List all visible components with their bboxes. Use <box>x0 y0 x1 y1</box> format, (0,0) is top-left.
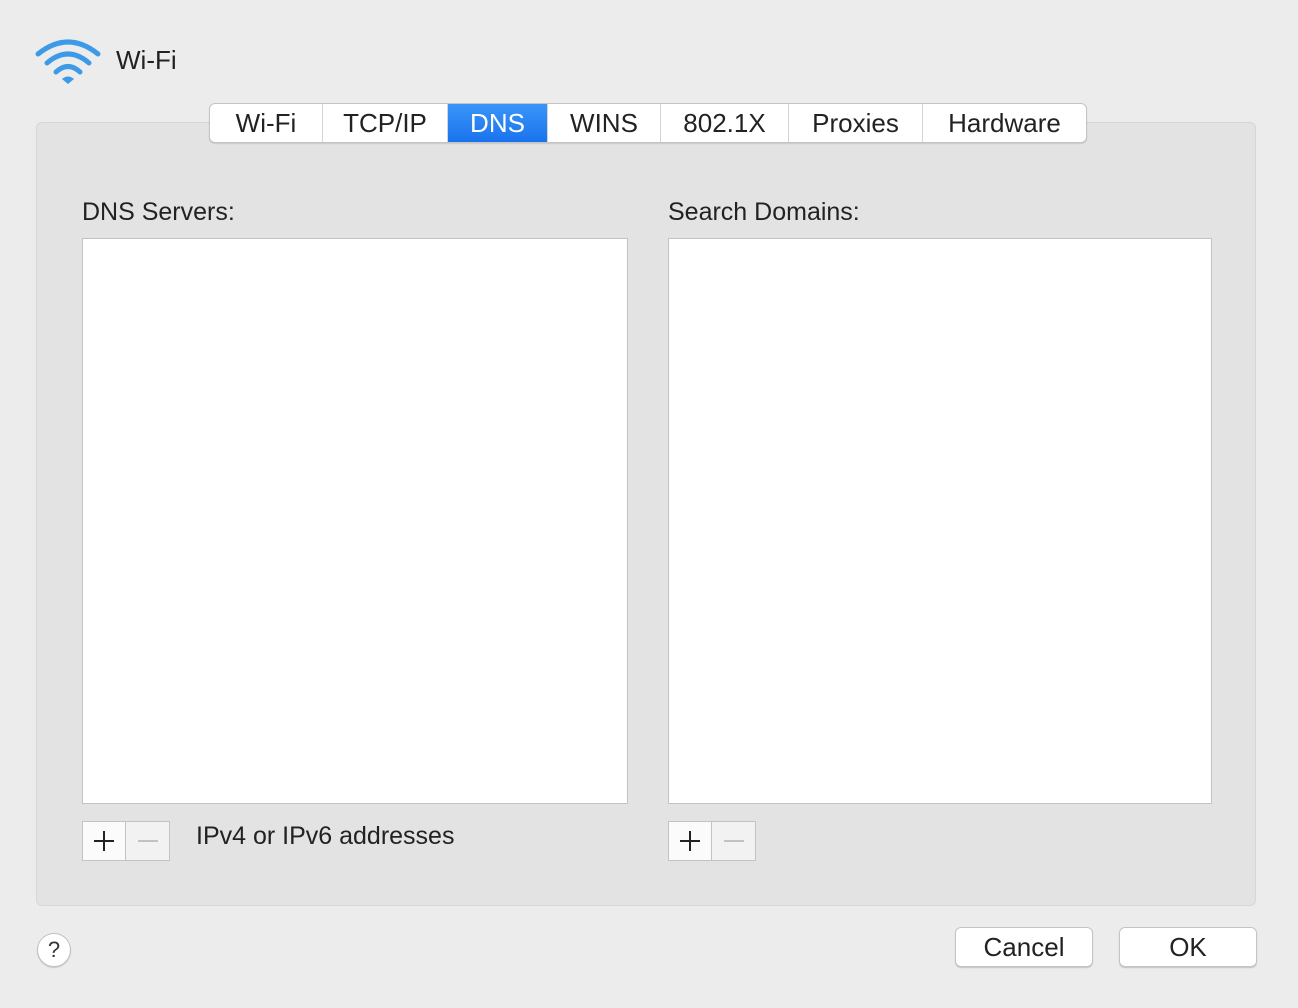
tab-tcpip[interactable]: TCP/IP <box>323 104 448 142</box>
cancel-button[interactable]: Cancel <box>955 927 1093 967</box>
dns-servers-buttons <box>82 821 170 861</box>
minus-icon <box>137 840 158 842</box>
tab-bar: Wi-Fi TCP/IP DNS WINS 802.1X Proxies Har… <box>209 103 1087 143</box>
wifi-icon <box>35 39 101 84</box>
search-domains-list[interactable] <box>668 238 1212 804</box>
tab-proxies[interactable]: Proxies <box>789 104 923 142</box>
dns-servers-hint: IPv4 or IPv6 addresses <box>196 822 455 850</box>
window-header: Wi-Fi <box>34 36 177 86</box>
question-mark-icon: ? <box>47 937 61 962</box>
remove-dns-server-button[interactable] <box>126 821 170 861</box>
remove-search-domain-button[interactable] <box>712 821 756 861</box>
search-domains-label: Search Domains: <box>668 198 860 226</box>
plus-icon <box>94 831 114 851</box>
help-button[interactable]: ? <box>37 933 71 967</box>
tab-8021x[interactable]: 802.1X <box>661 104 789 142</box>
minus-icon <box>723 840 744 842</box>
tab-wins[interactable]: WINS <box>548 104 661 142</box>
plus-icon <box>680 831 700 851</box>
tab-wifi[interactable]: Wi-Fi <box>210 104 323 142</box>
search-domains-buttons <box>668 821 756 861</box>
add-search-domain-button[interactable] <box>668 821 712 861</box>
add-dns-server-button[interactable] <box>82 821 126 861</box>
tab-hardware[interactable]: Hardware <box>923 104 1086 142</box>
dns-servers-list[interactable] <box>82 238 628 804</box>
window-title: Wi-Fi <box>116 44 177 75</box>
tab-dns[interactable]: DNS <box>448 104 548 142</box>
dns-servers-label: DNS Servers: <box>82 198 235 226</box>
ok-button[interactable]: OK <box>1119 927 1257 967</box>
